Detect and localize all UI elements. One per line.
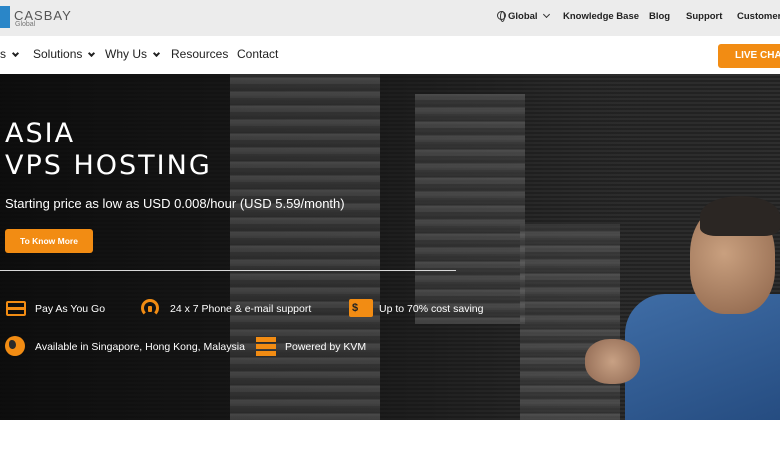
- feature-cost-saving: Up to 70% cost saving: [379, 303, 484, 315]
- nav-item-resources[interactable]: Resources: [171, 47, 228, 61]
- region-selector[interactable]: Global: [497, 10, 550, 22]
- hero-subtitle: Starting price as low as USD 0.008/hour …: [5, 196, 345, 211]
- main-navigation: s Solutions Why Us Resources Contact: [0, 36, 780, 74]
- server-rack-image: [230, 74, 380, 420]
- hero-banner: ASIA VPS HOSTING Starting price as low a…: [0, 74, 780, 420]
- headset-icon: [141, 299, 159, 317]
- nav-label: Why Us: [105, 47, 147, 61]
- chevron-down-icon: [88, 49, 96, 58]
- region-label: Global: [508, 11, 538, 22]
- link-support[interactable]: Support: [686, 11, 722, 22]
- hero-title: ASIA VPS HOSTING: [5, 118, 212, 182]
- credit-card-icon: [6, 301, 26, 316]
- technician-hand: [585, 339, 640, 384]
- hero-title-line2: VPS HOSTING: [5, 150, 212, 181]
- nav-item-why-us[interactable]: Why Us: [105, 47, 161, 61]
- feature-support: 24 x 7 Phone & e-mail support: [170, 303, 312, 315]
- link-knowledge-base[interactable]: Knowledge Base: [563, 11, 639, 22]
- hero-title-line1: ASIA: [5, 118, 76, 149]
- logo-icon[interactable]: [0, 6, 10, 28]
- globe-icon: [497, 11, 506, 22]
- link-blog[interactable]: Blog: [649, 11, 670, 22]
- server-rack-image: [520, 224, 620, 420]
- link-customer[interactable]: Customer: [737, 11, 780, 22]
- feature-pay-as-you-go: Pay As You Go: [35, 303, 106, 315]
- chevron-down-icon: [542, 10, 550, 19]
- chevron-down-icon: [152, 49, 161, 58]
- dollar-icon: $: [349, 299, 373, 317]
- top-utility-bar: CASBAY Global Global Knowledge Base Blog…: [0, 0, 780, 36]
- nav-item-solutions[interactable]: Solutions: [33, 47, 96, 61]
- chevron-down-icon: [11, 49, 20, 58]
- nav-item-products[interactable]: s: [0, 47, 20, 61]
- nav-label: Solutions: [33, 47, 83, 61]
- live-chat-button[interactable]: LIVE CHA: [718, 44, 780, 68]
- feature-availability: Available in Singapore, Hong Kong, Malay…: [35, 341, 245, 353]
- to-know-more-button[interactable]: To Know More: [5, 229, 93, 253]
- feature-kvm: Powered by KVM: [285, 341, 367, 353]
- nav-item-contact[interactable]: Contact: [237, 47, 278, 61]
- technician-image: [625, 294, 780, 420]
- server-rack-image: [415, 94, 525, 324]
- nav-label: s: [0, 47, 6, 61]
- server-icon: [256, 336, 276, 356]
- hero-divider: [0, 270, 456, 271]
- brand-subtitle: Global: [15, 21, 36, 28]
- globe-icon: [5, 336, 25, 356]
- technician-hair: [700, 196, 780, 236]
